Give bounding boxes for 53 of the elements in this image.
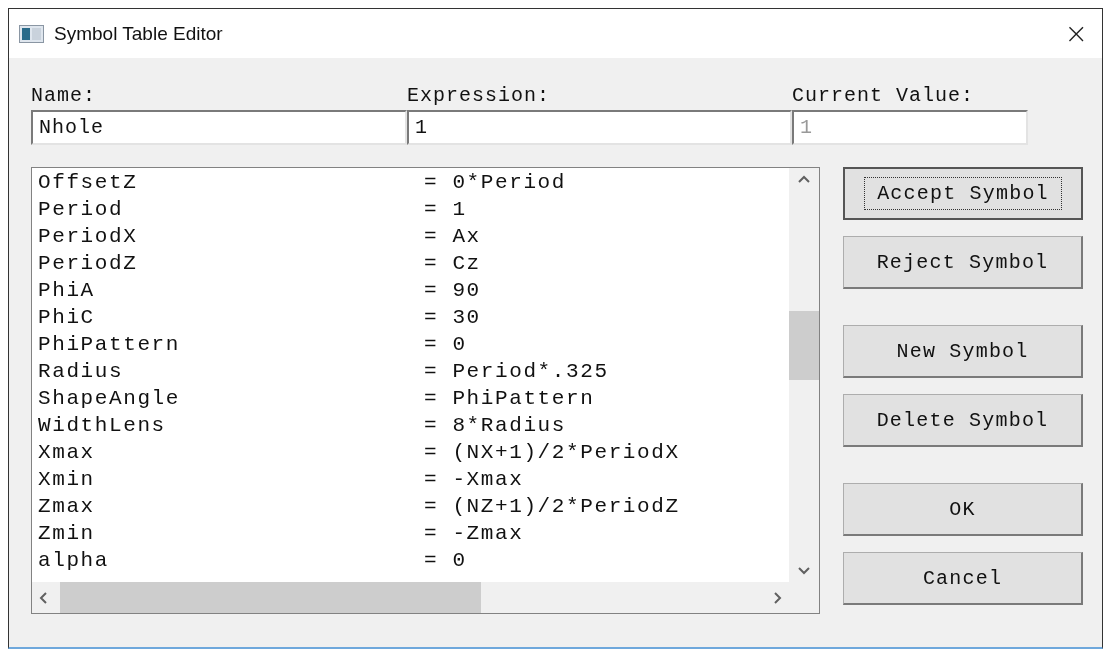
symbol-expression: = 0 <box>424 549 467 572</box>
symbol-name: WidthLens <box>38 414 167 437</box>
symbol-name: OffsetZ <box>38 171 139 194</box>
symbol-name: PhiC <box>38 306 96 329</box>
dialog-button[interactable]: Cancel <box>843 552 1083 605</box>
field-label: Current Value: <box>792 84 975 109</box>
scroll-up-icon[interactable] <box>797 174 811 184</box>
symbol-name: alpha <box>38 549 110 572</box>
symbol-expression: = 0 <box>424 333 467 356</box>
symbol-name: PeriodZ <box>38 252 139 275</box>
symbol-expression: = -Xmax <box>424 468 524 491</box>
symbol-name: Period <box>38 198 125 221</box>
dialog-button[interactable]: Accept Symbol <box>843 167 1083 220</box>
field-label: Expression: <box>407 84 551 109</box>
symbol-expression: = 90 <box>424 279 481 302</box>
symbol-expression: = (NZ+1)/2*PeriodZ <box>424 495 680 518</box>
window-title: Symbol Table Editor <box>54 22 224 45</box>
symbol-name: ShapeAngle <box>38 387 182 410</box>
app-icon <box>19 24 44 43</box>
symbol-name: Radius <box>38 360 125 383</box>
vertical-scrollbar[interactable] <box>789 168 819 582</box>
expression-field[interactable]: 1 <box>407 110 792 145</box>
symbol-expression: = -Zmax <box>424 522 524 545</box>
field-label: Name: <box>31 84 96 109</box>
dialog-button[interactable]: New Symbol <box>843 325 1083 378</box>
scroll-left-icon[interactable] <box>38 590 48 605</box>
symbol-expression: = Ax <box>424 225 481 248</box>
symbol-expression: = (NX+1)/2*PeriodX <box>424 441 680 464</box>
symbol-expression: = 8*Radius <box>424 414 567 437</box>
dialog-button[interactable]: Reject Symbol <box>843 236 1083 289</box>
close-button[interactable]: × <box>1064 19 1088 48</box>
symbol-name: Xmin <box>38 468 96 491</box>
symbol-expression: = Cz <box>424 252 481 275</box>
symbol-expression: = 0*Period <box>424 171 567 194</box>
scroll-down-icon[interactable] <box>797 566 811 576</box>
symbol-expression: = 30 <box>424 306 481 329</box>
name-field[interactable]: Nhole <box>31 110 407 145</box>
symbol-expression: = PhiPattern <box>424 387 595 410</box>
symbol-name: Xmax <box>38 441 96 464</box>
symbol-expression: = 1 <box>424 198 467 221</box>
dialog-button[interactable]: OK <box>843 483 1083 536</box>
symbol-name: PhiA <box>38 279 96 302</box>
horizontal-scrollbar[interactable] <box>32 582 789 613</box>
symbol-name: PhiPattern <box>38 333 182 356</box>
symbol-name: PeriodX <box>38 225 139 248</box>
symbol-expression: = Period*.325 <box>424 360 609 383</box>
symbol-name: Zmax <box>38 495 96 518</box>
scrollbar-thumb[interactable] <box>60 582 481 613</box>
symbol-list[interactable] <box>31 167 820 614</box>
symbol-name: Zmin <box>38 522 96 545</box>
scrollbar-thumb[interactable] <box>789 310 819 380</box>
scroll-right-icon[interactable] <box>773 590 783 605</box>
dialog-button[interactable]: Delete Symbol <box>843 394 1083 447</box>
